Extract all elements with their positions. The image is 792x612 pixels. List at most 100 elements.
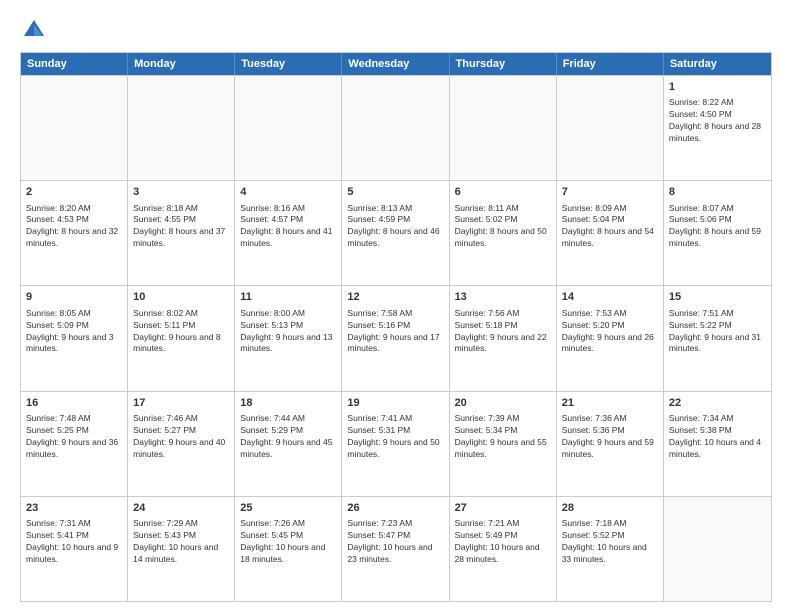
calendar-header-saturday: Saturday [664, 53, 771, 75]
day-info: Daylight: 9 hours and 17 minutes. [347, 332, 439, 354]
calendar-header-row: SundayMondayTuesdayWednesdayThursdayFrid… [21, 53, 771, 75]
day-info: Daylight: 9 hours and 22 minutes. [455, 332, 547, 354]
day-number: 23 [26, 501, 122, 516]
day-number: 11 [240, 290, 336, 305]
day-number: 18 [240, 396, 336, 411]
calendar-cell-4-7: 22Sunrise: 7:34 AMSunset: 5:38 PMDayligh… [664, 392, 771, 496]
day-info: Daylight: 10 hours and 4 minutes. [669, 437, 761, 459]
day-info: Sunrise: 7:51 AM [669, 308, 734, 318]
calendar-cell-3-6: 14Sunrise: 7:53 AMSunset: 5:20 PMDayligh… [557, 286, 664, 390]
day-number: 25 [240, 501, 336, 516]
day-info: Daylight: 9 hours and 3 minutes. [26, 332, 113, 354]
day-info: Sunset: 5:06 PM [669, 214, 732, 224]
day-info: Sunrise: 7:36 AM [562, 413, 627, 423]
day-info: Sunset: 4:50 PM [669, 109, 732, 119]
header [20, 16, 772, 44]
day-info: Sunset: 5:41 PM [26, 530, 89, 540]
day-info: Sunset: 5:22 PM [669, 320, 732, 330]
calendar-cell-5-6: 28Sunrise: 7:18 AMSunset: 5:52 PMDayligh… [557, 497, 664, 601]
day-number: 14 [562, 290, 658, 305]
calendar-cell-2-6: 7Sunrise: 8:09 AMSunset: 5:04 PMDaylight… [557, 181, 664, 285]
calendar-cell-5-7 [664, 497, 771, 601]
day-info: Daylight: 9 hours and 31 minutes. [669, 332, 761, 354]
calendar: SundayMondayTuesdayWednesdayThursdayFrid… [20, 52, 772, 602]
day-number: 24 [133, 501, 229, 516]
calendar-cell-3-2: 10Sunrise: 8:02 AMSunset: 5:11 PMDayligh… [128, 286, 235, 390]
logo-icon [20, 16, 48, 44]
calendar-cell-2-4: 5Sunrise: 8:13 AMSunset: 4:59 PMDaylight… [342, 181, 449, 285]
day-number: 3 [133, 185, 229, 200]
day-number: 5 [347, 185, 443, 200]
day-number: 6 [455, 185, 551, 200]
day-info: Sunset: 5:34 PM [455, 425, 518, 435]
day-info: Sunrise: 7:56 AM [455, 308, 520, 318]
calendar-cell-3-5: 13Sunrise: 7:56 AMSunset: 5:18 PMDayligh… [450, 286, 557, 390]
day-number: 16 [26, 396, 122, 411]
day-info: Sunrise: 8:05 AM [26, 308, 91, 318]
calendar-week-3: 9Sunrise: 8:05 AMSunset: 5:09 PMDaylight… [21, 285, 771, 390]
calendar-cell-4-1: 16Sunrise: 7:48 AMSunset: 5:25 PMDayligh… [21, 392, 128, 496]
day-info: Sunset: 5:31 PM [347, 425, 410, 435]
day-number: 15 [669, 290, 766, 305]
calendar-cell-5-4: 26Sunrise: 7:23 AMSunset: 5:47 PMDayligh… [342, 497, 449, 601]
day-number: 1 [669, 80, 766, 95]
day-info: Daylight: 10 hours and 18 minutes. [240, 542, 325, 564]
day-info: Sunset: 5:02 PM [455, 214, 518, 224]
day-info: Sunrise: 8:13 AM [347, 203, 412, 213]
page: SundayMondayTuesdayWednesdayThursdayFrid… [0, 0, 792, 612]
calendar-cell-3-4: 12Sunrise: 7:58 AMSunset: 5:16 PMDayligh… [342, 286, 449, 390]
day-info: Sunset: 5:52 PM [562, 530, 625, 540]
day-info: Daylight: 8 hours and 46 minutes. [347, 226, 439, 248]
day-number: 10 [133, 290, 229, 305]
calendar-cell-3-1: 9Sunrise: 8:05 AMSunset: 5:09 PMDaylight… [21, 286, 128, 390]
calendar-cell-4-3: 18Sunrise: 7:44 AMSunset: 5:29 PMDayligh… [235, 392, 342, 496]
day-info: Sunset: 5:09 PM [26, 320, 89, 330]
calendar-week-4: 16Sunrise: 7:48 AMSunset: 5:25 PMDayligh… [21, 391, 771, 496]
calendar-cell-4-6: 21Sunrise: 7:36 AMSunset: 5:36 PMDayligh… [557, 392, 664, 496]
day-info: Daylight: 9 hours and 8 minutes. [133, 332, 220, 354]
day-info: Sunrise: 7:31 AM [26, 518, 91, 528]
calendar-cell-3-3: 11Sunrise: 8:00 AMSunset: 5:13 PMDayligh… [235, 286, 342, 390]
day-info: Sunrise: 8:20 AM [26, 203, 91, 213]
calendar-cell-1-3 [235, 76, 342, 180]
calendar-cell-4-4: 19Sunrise: 7:41 AMSunset: 5:31 PMDayligh… [342, 392, 449, 496]
calendar-cell-5-5: 27Sunrise: 7:21 AMSunset: 5:49 PMDayligh… [450, 497, 557, 601]
day-info: Sunrise: 7:46 AM [133, 413, 198, 423]
calendar-cell-1-1 [21, 76, 128, 180]
calendar-header-wednesday: Wednesday [342, 53, 449, 75]
day-info: Sunrise: 8:18 AM [133, 203, 198, 213]
day-info: Sunset: 5:13 PM [240, 320, 303, 330]
calendar-header-monday: Monday [128, 53, 235, 75]
logo [20, 16, 52, 44]
calendar-cell-1-4 [342, 76, 449, 180]
day-info: Sunset: 5:04 PM [562, 214, 625, 224]
day-info: Sunrise: 8:16 AM [240, 203, 305, 213]
day-info: Sunrise: 7:23 AM [347, 518, 412, 528]
day-info: Sunset: 5:47 PM [347, 530, 410, 540]
day-info: Sunrise: 7:41 AM [347, 413, 412, 423]
day-info: Daylight: 8 hours and 50 minutes. [455, 226, 547, 248]
day-info: Sunrise: 7:34 AM [669, 413, 734, 423]
calendar-cell-5-2: 24Sunrise: 7:29 AMSunset: 5:43 PMDayligh… [128, 497, 235, 601]
day-info: Sunset: 5:11 PM [133, 320, 195, 330]
day-number: 13 [455, 290, 551, 305]
day-info: Sunrise: 7:21 AM [455, 518, 520, 528]
day-number: 22 [669, 396, 766, 411]
day-info: Daylight: 9 hours and 50 minutes. [347, 437, 439, 459]
day-number: 27 [455, 501, 551, 516]
day-info: Sunset: 4:57 PM [240, 214, 303, 224]
calendar-cell-4-2: 17Sunrise: 7:46 AMSunset: 5:27 PMDayligh… [128, 392, 235, 496]
day-info: Daylight: 9 hours and 36 minutes. [26, 437, 118, 459]
day-info: Sunset: 4:53 PM [26, 214, 89, 224]
calendar-header-thursday: Thursday [450, 53, 557, 75]
day-info: Sunrise: 8:07 AM [669, 203, 734, 213]
day-info: Sunset: 5:16 PM [347, 320, 410, 330]
day-info: Sunrise: 8:11 AM [455, 203, 519, 213]
day-info: Daylight: 8 hours and 37 minutes. [133, 226, 225, 248]
day-info: Daylight: 9 hours and 13 minutes. [240, 332, 332, 354]
day-number: 12 [347, 290, 443, 305]
day-info: Sunset: 5:45 PM [240, 530, 303, 540]
day-info: Sunset: 5:36 PM [562, 425, 625, 435]
calendar-cell-2-7: 8Sunrise: 8:07 AMSunset: 5:06 PMDaylight… [664, 181, 771, 285]
calendar-cell-5-1: 23Sunrise: 7:31 AMSunset: 5:41 PMDayligh… [21, 497, 128, 601]
